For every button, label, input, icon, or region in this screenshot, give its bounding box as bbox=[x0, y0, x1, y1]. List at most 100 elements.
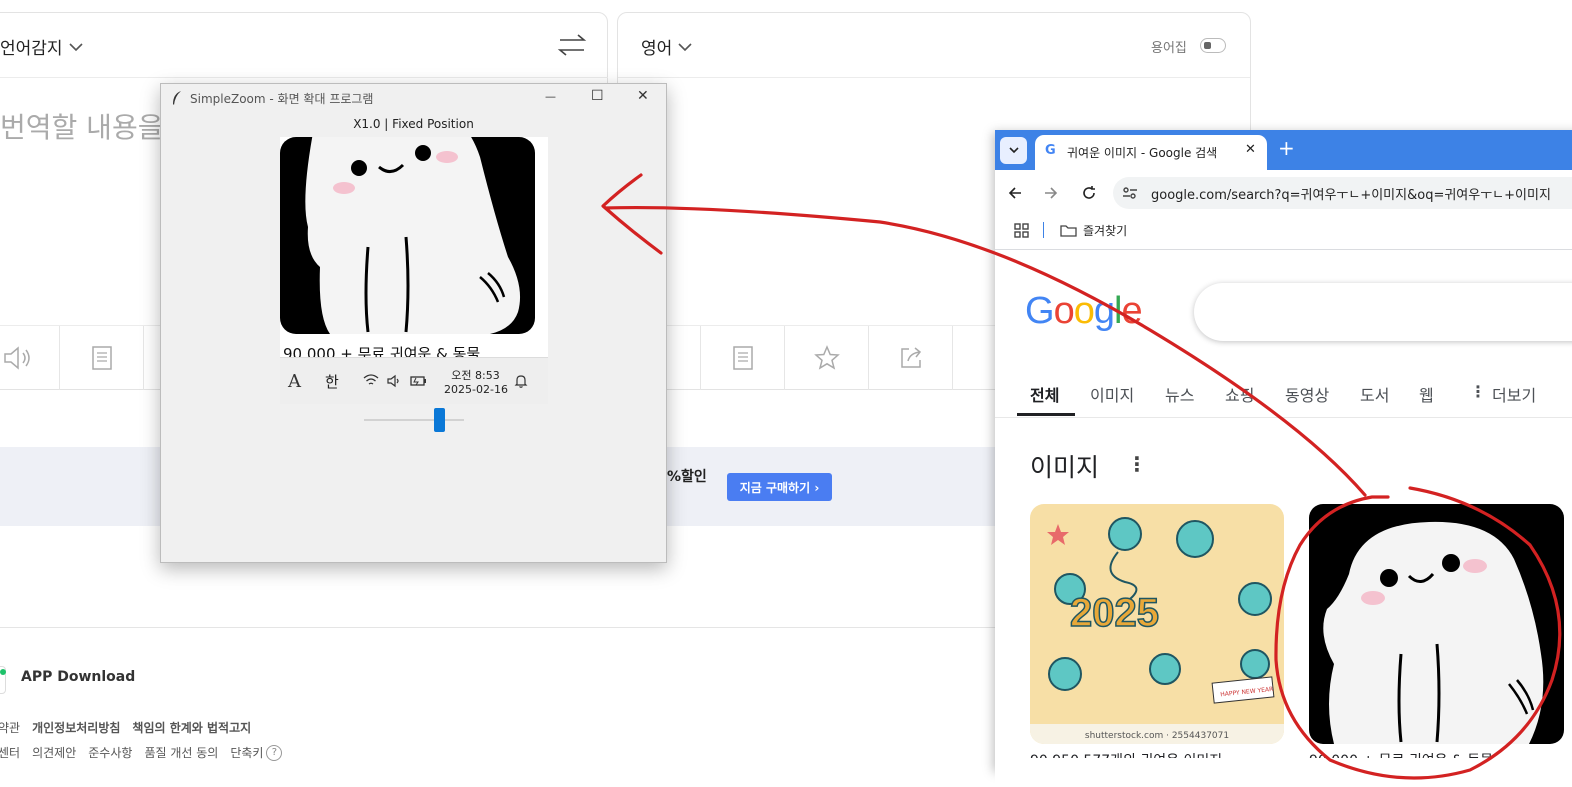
clock-time: 오전 8:53 bbox=[451, 369, 500, 382]
copy-button[interactable] bbox=[60, 326, 144, 390]
simplezoom-title: SimpleZoom - 화면 확대 프로그램 bbox=[190, 92, 374, 106]
address-bar[interactable]: google.com/search?q=귀여우ㅜㄴ+이미지&oq=귀여우ㅜㄴ+이… bbox=[1113, 177, 1572, 209]
toggle-knob bbox=[1204, 41, 1211, 49]
tab-search-button[interactable] bbox=[1000, 137, 1027, 164]
google-logo-letter: G bbox=[1025, 290, 1055, 332]
target-language-label: 영어 bbox=[641, 39, 673, 59]
images-section-title: 이미지 bbox=[1030, 453, 1100, 482]
footer-link-privacy[interactable]: 개인정보처리방침 bbox=[32, 719, 120, 736]
tab-title: 귀여운 이미지 - Google 검색 bbox=[1067, 146, 1218, 160]
chevron-down-icon bbox=[678, 42, 692, 51]
target-header-divider bbox=[618, 77, 1250, 78]
bookmark-folder-label: 즐겨찾기 bbox=[1083, 224, 1128, 238]
footer-link-shortcuts[interactable]: 단축키 bbox=[230, 744, 263, 761]
ime-a-label: A bbox=[288, 371, 301, 392]
chevron-down-icon bbox=[68, 42, 83, 51]
star-icon bbox=[813, 345, 840, 370]
document-icon bbox=[732, 346, 753, 370]
bookmark-folder[interactable]: 즐겨찾기 bbox=[1060, 222, 1127, 239]
swap-languages-button[interactable] bbox=[556, 32, 588, 58]
help-icon[interactable]: ? bbox=[266, 744, 283, 761]
footer-link-compliance[interactable]: 준수사항 bbox=[88, 744, 132, 761]
share-button[interactable] bbox=[869, 326, 953, 390]
ime-han-label: 한 bbox=[325, 373, 339, 391]
search-tab-videos[interactable]: 동영상 bbox=[1285, 382, 1329, 406]
new-tab-button[interactable]: + bbox=[1278, 136, 1295, 160]
maximize-button[interactable]: ☐ bbox=[591, 88, 604, 104]
google-logo-letter: e bbox=[1121, 290, 1142, 332]
image-result-2[interactable] bbox=[1309, 504, 1564, 744]
chevron-down-icon bbox=[1008, 147, 1019, 154]
target-copy-button[interactable] bbox=[701, 326, 785, 390]
browser-tab[interactable]: G 귀여운 이미지 - Google 검색 ✕ bbox=[1035, 135, 1267, 170]
wifi-icon bbox=[363, 374, 379, 385]
minimize-button[interactable]: — bbox=[545, 90, 556, 103]
simplezoom-window: SimpleZoom - 화면 확대 프로그램 — ☐ ✕ X1.0 | Fix… bbox=[160, 83, 667, 563]
footer-link-center[interactable]: 센터 bbox=[0, 744, 20, 761]
google-logo-letter: o bbox=[1053, 290, 1075, 332]
source-language-label: 언어감지 bbox=[0, 39, 63, 59]
tabs-divider bbox=[995, 417, 1572, 418]
snake-illustration: 2025 HAPPY NEW YEAR shutterstock.com · 2… bbox=[1030, 517, 1284, 744]
clock-date: 2025-02-16 bbox=[444, 383, 508, 396]
svg-text:2025: 2025 bbox=[1070, 591, 1159, 635]
section-menu-icon[interactable]: ⋮ bbox=[1127, 452, 1147, 476]
document-icon bbox=[91, 346, 112, 370]
tab-close-icon[interactable]: ✕ bbox=[1245, 142, 1256, 157]
feather-icon bbox=[173, 91, 181, 105]
glossary-toggle[interactable] bbox=[1200, 38, 1226, 53]
favorite-button[interactable] bbox=[785, 326, 869, 390]
speaker-icon bbox=[3, 346, 30, 370]
footer-links-row2: 센터 의견제안 준수사항 품질 개선 동의 단축키 ? bbox=[0, 744, 283, 761]
search-tab-web[interactable]: 웹 bbox=[1419, 382, 1434, 406]
close-button[interactable]: ✕ bbox=[637, 88, 649, 104]
zoom-slider-track bbox=[364, 419, 464, 421]
promo-text: %할인 bbox=[667, 469, 707, 485]
site-settings-icon[interactable] bbox=[1121, 185, 1139, 201]
forward-icon[interactable] bbox=[1043, 185, 1059, 201]
folder-icon bbox=[1060, 225, 1077, 237]
app-download-icon bbox=[0, 666, 6, 694]
zoom-status-label: X1.0 | Fixed Position bbox=[353, 117, 474, 131]
google-logo[interactable]: Google bbox=[1025, 290, 1143, 333]
back-icon[interactable] bbox=[1007, 185, 1023, 201]
search-tab-shopping[interactable]: 쇼핑 bbox=[1225, 382, 1254, 406]
share-icon bbox=[900, 347, 921, 368]
bookmark-separator bbox=[1043, 222, 1044, 238]
search-tab-news[interactable]: 뉴스 bbox=[1165, 382, 1194, 406]
google-favicon-icon: G bbox=[1045, 143, 1056, 158]
app-download-link[interactable]: APP Download bbox=[21, 669, 135, 685]
search-tab-images[interactable]: 이미지 bbox=[1090, 382, 1134, 406]
zoom-slider-thumb[interactable] bbox=[433, 408, 445, 432]
source-language-select[interactable]: 언어감지 bbox=[0, 34, 83, 59]
apps-grid-icon[interactable] bbox=[1014, 223, 1029, 238]
swap-icon bbox=[557, 34, 587, 56]
image-result-1[interactable]: 2025 HAPPY NEW YEAR shutterstock.com · 2… bbox=[1030, 504, 1284, 744]
target-language-select[interactable]: 영어 bbox=[641, 34, 692, 59]
search-tab-books[interactable]: 도서 bbox=[1360, 382, 1389, 406]
glossary-label: 용어집 bbox=[1151, 41, 1187, 56]
chrome-window: G 귀여운 이미지 - Google 검색 ✕ + google.com/sea… bbox=[995, 130, 1572, 770]
chrome-window-bottom-edge bbox=[995, 758, 1572, 787]
google-logo-letter: g bbox=[1093, 290, 1115, 332]
footer-link-feedback[interactable]: 의견제안 bbox=[32, 744, 76, 761]
battery-icon bbox=[410, 376, 426, 386]
notification-bell-icon bbox=[514, 375, 528, 388]
active-tab-underline bbox=[1017, 413, 1075, 416]
url-text: google.com/search?q=귀여우ㅜㄴ+이미지&oq=귀여우ㅜㄴ+이… bbox=[1151, 188, 1551, 203]
footer-link-quality[interactable]: 품질 개선 동의 bbox=[144, 744, 218, 761]
more-label: 더보기 bbox=[1492, 386, 1537, 405]
source-text-placeholder[interactable]: 번역할 내용을 bbox=[0, 106, 163, 146]
reload-icon[interactable] bbox=[1081, 185, 1097, 201]
search-box[interactable] bbox=[1194, 283, 1572, 341]
speaker-button[interactable] bbox=[0, 326, 60, 390]
svg-text:shutterstock.com · 2554437071: shutterstock.com · 2554437071 bbox=[1085, 731, 1229, 741]
search-tab-more[interactable]: ⋮ 더보기 bbox=[1470, 382, 1536, 406]
footer-link-legal[interactable]: 책임의 한계와 법적고지 bbox=[132, 719, 251, 736]
footer-link-terms[interactable]: 약관 bbox=[0, 719, 20, 736]
promo-buy-button[interactable]: 지금 구매하기 › bbox=[727, 473, 832, 501]
zoom-slider[interactable] bbox=[364, 407, 464, 433]
footer-links-row1: 약관 개인정보처리방침 책임의 한계와 법적고지 bbox=[0, 719, 263, 736]
source-header-divider bbox=[0, 77, 608, 78]
search-tab-all[interactable]: 전체 bbox=[1030, 382, 1059, 406]
